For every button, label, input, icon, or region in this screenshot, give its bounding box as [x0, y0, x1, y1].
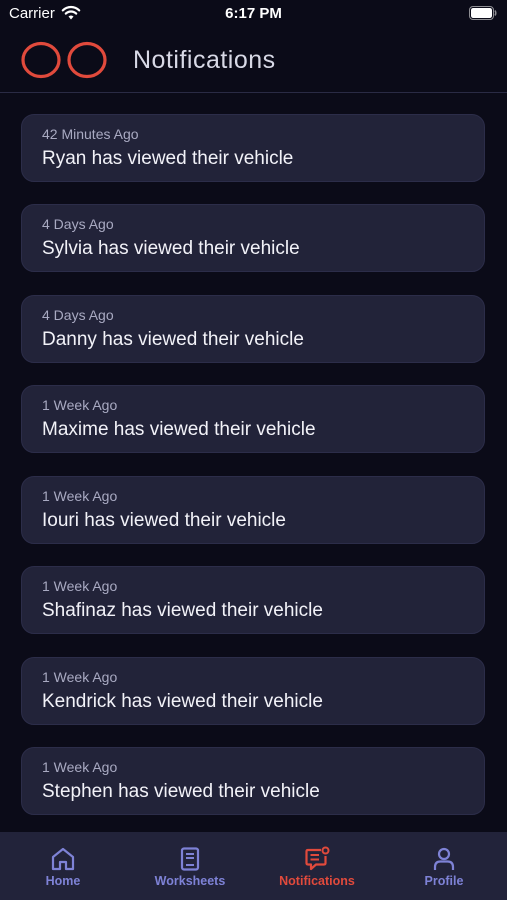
tab-worksheets[interactable]: Worksheets — [127, 832, 253, 900]
notification-time: 1 Week Ago — [42, 488, 118, 504]
notification-time: 1 Week Ago — [42, 397, 118, 413]
notification-time: 4 Days Ago — [42, 307, 114, 323]
notification-card[interactable]: 1 Week Ago Maxime has viewed their vehic… — [21, 385, 485, 453]
tab-label: Notifications — [279, 874, 355, 888]
notification-message: Kendrick has viewed their vehicle — [42, 691, 323, 712]
notification-icon — [305, 846, 330, 871]
notification-card[interactable]: 4 Days Ago Danny has viewed their vehicl… — [21, 295, 485, 363]
profile-icon — [433, 847, 455, 870]
brand-logo-icon — [21, 41, 107, 79]
notification-message: Shafinaz has viewed their vehicle — [42, 600, 323, 621]
notification-message: Maxime has viewed their vehicle — [42, 419, 316, 440]
tab-label: Profile — [424, 874, 464, 888]
worksheet-icon — [180, 847, 200, 871]
notification-message: Stephen has viewed their vehicle — [42, 781, 320, 802]
notification-message: Ryan has viewed their vehicle — [42, 148, 294, 169]
page-title: Notifications — [133, 46, 276, 74]
clock-time: 6:17 PM — [225, 5, 282, 22]
notification-message: Iouri has viewed their vehicle — [42, 510, 286, 531]
app-header: Notifications — [0, 28, 507, 93]
notification-message: Sylvia has viewed their vehicle — [42, 238, 300, 259]
bottom-tab-bar: Home Worksheets Notifications Profile — [0, 832, 507, 900]
notification-list[interactable]: 42 Minutes Ago Ryan has viewed their veh… — [0, 93, 507, 832]
tab-profile[interactable]: Profile — [381, 832, 507, 900]
notification-card[interactable]: 1 Week Ago Kendrick has viewed their veh… — [21, 657, 485, 725]
tab-label: Worksheets — [154, 874, 226, 888]
notification-time: 1 Week Ago — [42, 578, 118, 594]
notification-card[interactable]: 1 Week Ago Stephen has viewed their vehi… — [21, 747, 485, 815]
notification-card[interactable]: 4 Days Ago Sylvia has viewed their vehic… — [21, 204, 485, 272]
status-bar: Carrier 6:17 PM — [0, 0, 507, 28]
tab-label: Home — [45, 874, 81, 888]
notification-time: 4 Days Ago — [42, 216, 114, 232]
notification-message: Danny has viewed their vehicle — [42, 329, 304, 350]
notification-time: 1 Week Ago — [42, 759, 118, 775]
notification-time: 42 Minutes Ago — [42, 126, 139, 142]
notification-card[interactable]: 1 Week Ago Shafinaz has viewed their veh… — [21, 566, 485, 634]
home-icon — [51, 847, 75, 871]
tab-notifications[interactable]: Notifications — [254, 832, 380, 900]
notification-card[interactable]: 1 Week Ago Iouri has viewed their vehicl… — [21, 476, 485, 544]
notification-card[interactable]: 42 Minutes Ago Ryan has viewed their veh… — [21, 114, 485, 182]
battery-icon — [469, 6, 497, 20]
tab-home[interactable]: Home — [0, 832, 126, 900]
notification-time: 1 Week Ago — [42, 669, 118, 685]
